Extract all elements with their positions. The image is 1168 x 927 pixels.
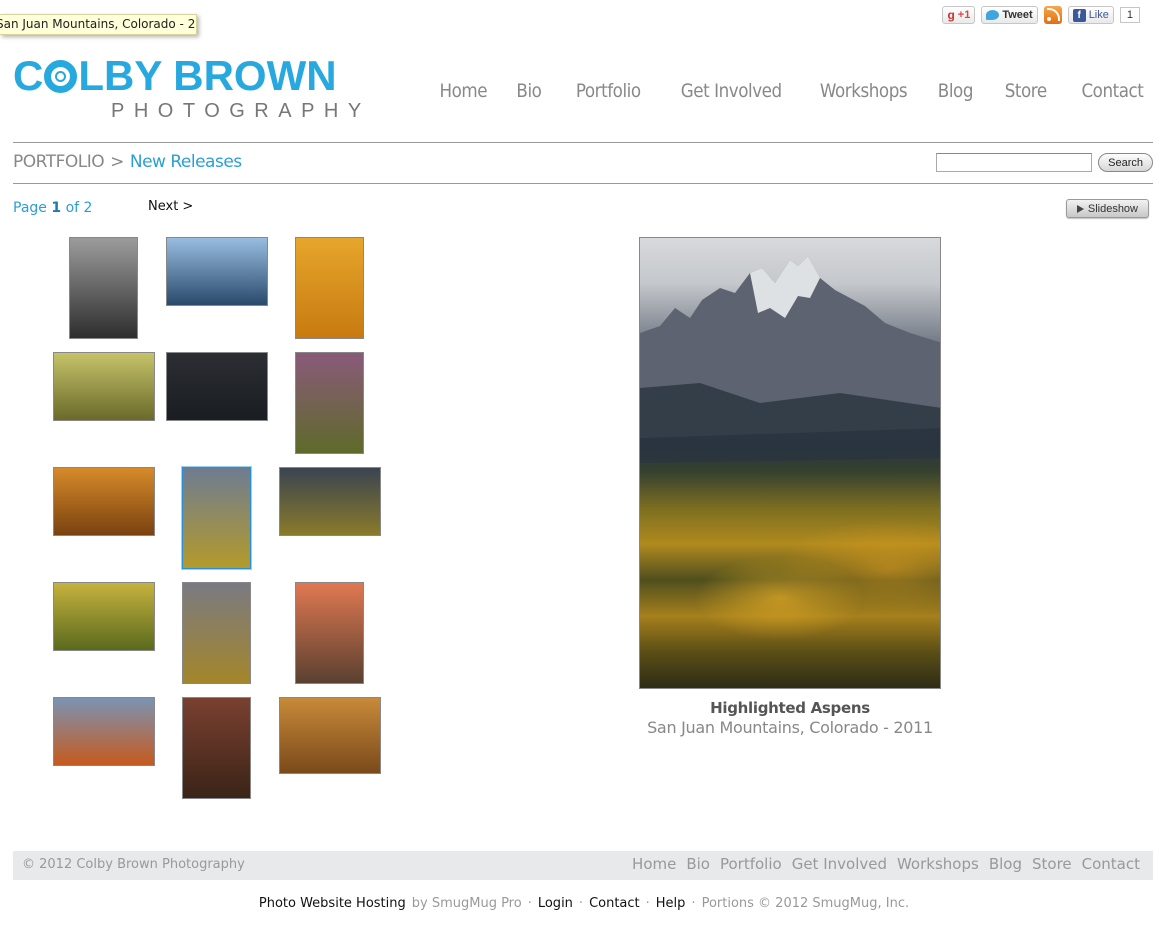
play-icon xyxy=(1076,204,1084,213)
current-page: 1 xyxy=(51,200,62,216)
site-logo[interactable]: C LBY BROWN PHOTOGRAPHY xyxy=(13,54,371,124)
nav-workshops[interactable]: Workshops xyxy=(820,80,908,102)
slideshow-button[interactable]: Slideshow xyxy=(1065,199,1149,218)
facebook-like-button[interactable]: f Like xyxy=(1067,6,1114,24)
page-indicator: Page 1 of 2 xyxy=(13,200,92,216)
nav-contact[interactable]: Contact xyxy=(1081,80,1143,102)
breadcrumb: PORTFOLIO > New Releases xyxy=(13,152,242,172)
google-plus-button[interactable]: g +1 xyxy=(942,6,976,24)
google-plus-label: +1 xyxy=(957,9,971,21)
breadcrumb-current[interactable]: New Releases xyxy=(130,152,242,172)
footer-dot: · xyxy=(527,896,532,911)
footer-dot: · xyxy=(578,896,584,911)
twitter-bird-icon xyxy=(986,10,1000,20)
login-link[interactable]: Login xyxy=(538,896,573,911)
like-label: Like xyxy=(1088,9,1109,21)
logo-wordmark: C LBY BROWN xyxy=(13,54,343,98)
logo-subtitle: PHOTOGRAPHY xyxy=(111,100,371,122)
search-input[interactable] xyxy=(936,153,1093,172)
footer-dot: · xyxy=(645,896,650,911)
thumbnail[interactable] xyxy=(53,352,155,421)
breadcrumb-divider xyxy=(13,183,1153,184)
nav-blog[interactable]: Blog xyxy=(938,80,974,102)
footer-nav-bio[interactable]: Bio xyxy=(686,855,710,873)
nav-portfolio[interactable]: Portfolio xyxy=(576,80,641,102)
logo-text: LBY BROWN xyxy=(78,52,337,99)
mountain-peak-graphic xyxy=(640,256,940,463)
hover-tooltip: San Juan Mountains, Colorado - 2011 xyxy=(0,14,197,35)
thumbnail[interactable] xyxy=(279,467,381,536)
thumbnail-selected[interactable] xyxy=(181,466,252,570)
breadcrumb-portfolio[interactable]: PORTFOLIO xyxy=(13,152,105,172)
thumbnail[interactable] xyxy=(279,697,381,774)
smugmug-footer: Photo Website Hosting by SmugMug Pro · L… xyxy=(0,896,1168,911)
thumbnail[interactable] xyxy=(182,697,251,799)
thumbnail[interactable] xyxy=(295,582,364,684)
footer-nav-get-involved[interactable]: Get Involved xyxy=(792,855,887,873)
nav-get-involved[interactable]: Get Involved xyxy=(681,80,782,102)
aperture-icon xyxy=(44,59,78,93)
page-total: of 2 xyxy=(65,200,93,216)
footer-nav-home[interactable]: Home xyxy=(632,855,676,873)
tweet-label: Tweet xyxy=(1002,9,1033,21)
google-plus-icon: g xyxy=(947,8,955,22)
footer-nav-workshops[interactable]: Workshops xyxy=(897,855,979,873)
search-form: Search xyxy=(936,153,1153,172)
footer-dot: · xyxy=(691,896,696,911)
tweet-button[interactable]: Tweet xyxy=(981,6,1038,24)
thumbnail[interactable] xyxy=(295,237,364,339)
main-nav: Home Bio Portfolio Get Involved Workshop… xyxy=(433,80,1143,102)
help-link[interactable]: Help xyxy=(656,896,686,911)
breadcrumb-separator: > xyxy=(110,152,124,172)
next-page-link[interactable]: Next > xyxy=(148,199,193,214)
footer-nav-portfolio[interactable]: Portfolio xyxy=(720,855,782,873)
footer-nav-contact[interactable]: Contact xyxy=(1082,855,1140,873)
footer-nav-store[interactable]: Store xyxy=(1032,855,1072,873)
slideshow-label: Slideshow xyxy=(1087,202,1138,215)
page-label: Page xyxy=(13,200,47,216)
logo-letter-c: C xyxy=(13,52,44,99)
search-button[interactable]: Search xyxy=(1098,153,1153,172)
thumbnail[interactable] xyxy=(182,582,251,684)
nav-bio[interactable]: Bio xyxy=(516,80,541,102)
facebook-icon: f xyxy=(1072,8,1086,22)
thumbnail[interactable] xyxy=(53,582,155,651)
header-divider xyxy=(13,142,1153,143)
thumbnail[interactable] xyxy=(53,467,155,536)
like-count: 1 xyxy=(1119,7,1140,23)
portions-copyright: Portions © 2012 SmugMug, Inc. xyxy=(701,896,910,911)
nav-home[interactable]: Home xyxy=(439,80,487,102)
copyright: © 2012 Colby Brown Photography xyxy=(22,857,245,872)
thumbnail[interactable] xyxy=(69,237,138,339)
thumbnail[interactable] xyxy=(166,352,268,421)
main-photo[interactable] xyxy=(639,237,941,689)
social-buttons: g +1 Tweet f Like 1 xyxy=(942,6,1140,24)
footer-nav-blog[interactable]: Blog xyxy=(989,855,1022,873)
thumbnail[interactable] xyxy=(53,697,155,766)
thumbnail[interactable] xyxy=(295,352,364,454)
footer-nav: Home Bio Portfolio Get Involved Workshop… xyxy=(632,855,1140,873)
hosting-link[interactable]: Photo Website Hosting xyxy=(259,896,406,911)
photo-title: Highlighted Aspens xyxy=(710,699,870,717)
footer-bar: © 2012 Colby Brown Photography Home Bio … xyxy=(13,851,1153,880)
contact-link[interactable]: Contact xyxy=(589,896,640,911)
rss-icon[interactable] xyxy=(1043,6,1062,24)
thumbnail[interactable] xyxy=(166,237,268,306)
photo-subtitle: San Juan Mountains, Colorado - 2011 xyxy=(647,718,933,737)
nav-store[interactable]: Store xyxy=(1005,80,1047,102)
hosting-by: by SmugMug Pro xyxy=(411,896,522,911)
